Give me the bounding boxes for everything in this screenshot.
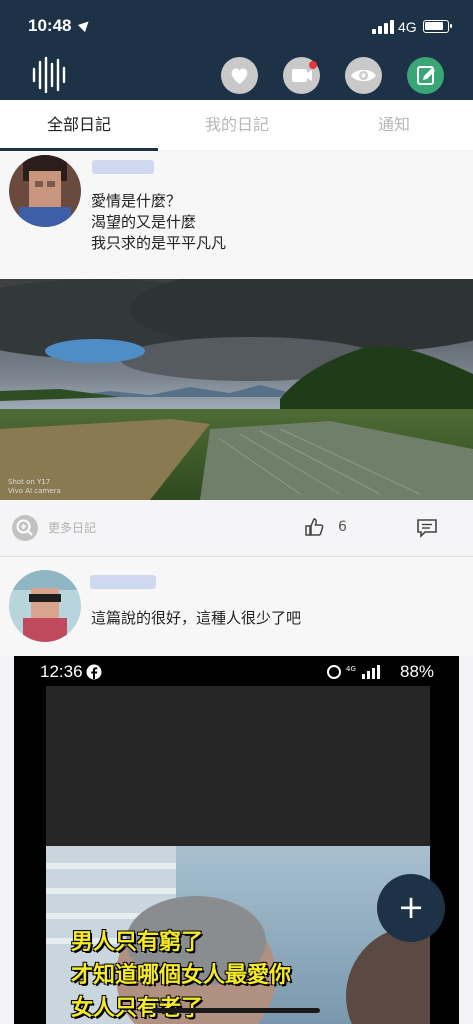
post-text: 愛情是什麼？ 渴望的又是什麼 我只求的是平平凡凡 — [91, 192, 227, 252]
location-arrow-icon — [77, 17, 93, 33]
video-icon — [292, 61, 317, 82]
like-count: 6 — [338, 519, 347, 535]
status-bar: 10:48 4G — [0, 0, 473, 52]
caption-line: 男人只有窮了 — [71, 930, 204, 955]
tab-bar: 全部日記 我的日記 通知 — [0, 100, 473, 150]
comment-icon[interactable] — [416, 518, 438, 538]
eye-icon — [351, 69, 376, 82]
post-action-bar: 更多日記 6 — [0, 500, 473, 557]
logo-waveform-icon — [32, 56, 66, 94]
video-button[interactable] — [283, 57, 320, 94]
diary-post: 這篇說的很好，這種人很少了吧 — [0, 557, 473, 656]
screenshot-status-icons: 4G — [327, 665, 380, 679]
tab-my-diaries[interactable]: 我的日記 — [158, 100, 316, 150]
battery-icon — [423, 20, 452, 33]
home-indicator[interactable] — [152, 1008, 320, 1013]
network-type: 4G — [398, 19, 417, 35]
tab-notifications[interactable]: 通知 — [315, 100, 473, 150]
camera-watermark: Shot on Y17 Vivo AI camera — [8, 478, 61, 496]
avatar[interactable] — [9, 570, 81, 642]
diary-post: 愛情是什麼？ 渴望的又是什麼 我只求的是平平凡凡 — [0, 151, 473, 279]
zoom-plus-icon[interactable] — [12, 515, 38, 541]
view-button[interactable] — [345, 57, 382, 94]
signal-icon — [372, 20, 394, 34]
add-diary-fab[interactable]: + — [377, 874, 445, 942]
status-time: 10:48 — [28, 16, 72, 35]
thumbs-up-icon[interactable] — [303, 516, 325, 538]
screenshot-time: 12:36 — [40, 662, 83, 681]
screenshot-dark-area — [46, 686, 430, 846]
more-diaries-link[interactable]: 更多日記 — [48, 519, 96, 536]
facebook-icon — [86, 664, 102, 680]
write-diary-button[interactable] — [407, 57, 444, 94]
screenshot-battery: 88% — [400, 662, 435, 681]
post-text: 這篇說的很好，這種人很少了吧 — [91, 609, 302, 627]
author-name-blurred — [90, 575, 156, 589]
favorites-button[interactable] — [221, 57, 258, 94]
post-photo[interactable] — [0, 279, 473, 500]
svg-text:4G: 4G — [346, 665, 356, 673]
watermark-text: Shot on Y17 Vivo AI camera — [8, 478, 61, 495]
avatar[interactable] — [9, 155, 81, 227]
tab-all-diaries[interactable]: 全部日記 — [0, 100, 158, 150]
caption-line: 女人只有老了 — [71, 996, 204, 1021]
edit-icon — [417, 66, 435, 85]
app-header: 10:48 4G — [0, 0, 473, 100]
post-screenshot-image[interactable]: 12:36 4G 88% 男人只有窮了 才知道哪個女人最愛你 女人只有老了 — [14, 656, 459, 1024]
caption-line: 才知道哪個女人最愛你 — [71, 963, 292, 988]
author-name-blurred — [92, 160, 154, 174]
heart-icon — [231, 68, 248, 84]
